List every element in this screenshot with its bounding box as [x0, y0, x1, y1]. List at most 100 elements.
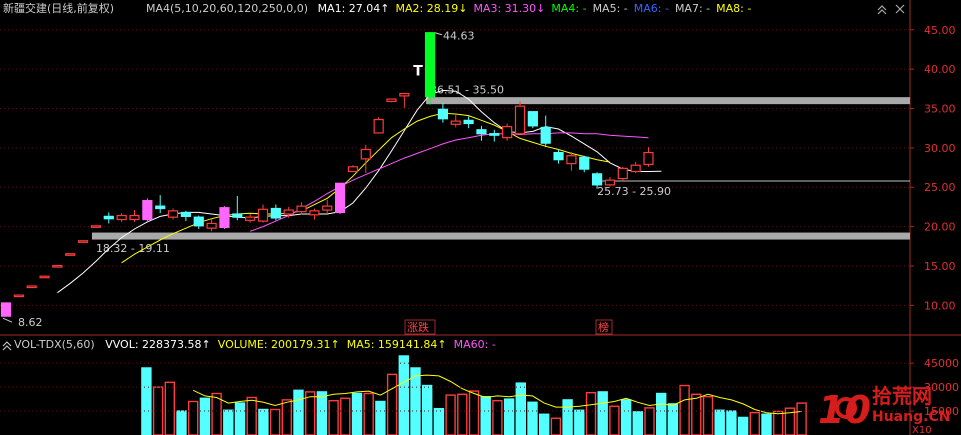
- candle-body: [180, 211, 191, 217]
- candle-body: [322, 205, 333, 211]
- tag-bang[interactable]: 榜: [595, 319, 613, 335]
- volume-bar: [281, 399, 292, 435]
- candle-body: [270, 207, 281, 219]
- candle-body: [591, 173, 603, 186]
- candle-body: [13, 294, 24, 298]
- axis-tick-label: 25.00: [924, 181, 956, 194]
- tag-zhangdie[interactable]: 涨跌: [404, 319, 436, 335]
- candle-body: [245, 216, 256, 221]
- candle: [424, 32, 436, 105]
- axis-tick-label: 10.00: [924, 299, 956, 312]
- volume-unit-label: X10: [912, 425, 932, 435]
- ma-legend-item: MA1: 27.04↑: [318, 2, 390, 15]
- candle-body: [39, 275, 50, 279]
- volume-bar: [597, 391, 608, 435]
- axis-tick-label: 30.00: [924, 142, 956, 155]
- volume-bar: [445, 394, 456, 435]
- volume-legend-item: MA5: 159141.84↑: [347, 338, 447, 351]
- candle-body: [604, 179, 616, 186]
- volume-bar: [223, 409, 234, 435]
- candle-body: [193, 216, 204, 227]
- volume-bar: [468, 390, 480, 435]
- candle-body: [219, 207, 230, 228]
- ma-legend-item: MA6: -: [634, 2, 669, 15]
- candle-body: [489, 133, 500, 136]
- candle: [52, 264, 63, 268]
- volume-bar: [340, 397, 351, 435]
- volume-bar: [585, 392, 597, 435]
- stock-title[interactable]: 新疆交建(日线,前复权): [3, 1, 114, 15]
- candle-body: [167, 210, 179, 218]
- ma-legend-item: MA2: 28.19↓: [396, 2, 468, 15]
- volume-legend-item: VVOL: 228373.58↑: [105, 338, 211, 351]
- candle: [77, 240, 89, 243]
- candle: [39, 275, 50, 279]
- candle-body: [463, 119, 474, 125]
- candle-body: [424, 32, 436, 98]
- volume-bar: [644, 407, 655, 435]
- volume-bar: [492, 399, 503, 435]
- volume-bar: [293, 389, 304, 435]
- candle: [0, 302, 12, 317]
- volume-bar: [503, 398, 515, 435]
- volume-bar: [433, 407, 445, 435]
- candle: [502, 123, 513, 141]
- candle: [617, 166, 628, 181]
- candle-body: [373, 118, 384, 134]
- volume-bar: [375, 400, 386, 435]
- volume-bar: [269, 408, 281, 435]
- axis-tick-label: 35.00: [924, 103, 956, 116]
- volume-bar: [305, 391, 316, 435]
- volume-bar: [176, 410, 187, 435]
- volume-bar: [702, 395, 714, 435]
- volume-bar: [749, 411, 760, 435]
- candle-body: [52, 264, 63, 268]
- candle-body: [90, 225, 102, 228]
- volume-bar: [550, 417, 562, 435]
- candle-body: [566, 155, 577, 165]
- support-band: [91, 232, 910, 240]
- svg-text:涨跌: 涨跌: [407, 320, 429, 334]
- candle-body: [386, 98, 397, 103]
- ma-params: MA4(5,10,20,60,120,250,0,0): [146, 2, 308, 15]
- candle: [527, 111, 538, 129]
- axis-tick-label: 45.00: [924, 24, 956, 37]
- volume-bar: [422, 384, 433, 435]
- candle-body: [283, 209, 294, 215]
- volume-bar: [328, 399, 339, 435]
- candle-body: [257, 208, 269, 222]
- volume-bar: [234, 402, 246, 435]
- candle-body: [502, 126, 513, 139]
- ma-legend: MA4(5,10,20,60,120,250,0,0) MA1: 27.04↑ M…: [146, 2, 751, 15]
- volume-bar: [246, 396, 257, 435]
- watermark-cn: 拾荒网: [872, 384, 932, 408]
- volume-bar: [691, 393, 702, 435]
- volume-bar: [620, 399, 632, 435]
- volume-bar: [480, 395, 491, 435]
- watermark-number: 10: [818, 388, 871, 432]
- candle-body: [309, 210, 320, 216]
- volume-bar: [386, 373, 398, 435]
- candle-body: [617, 167, 628, 180]
- support-label: 18.32 - 19.11: [96, 242, 170, 255]
- candle-body: [630, 164, 641, 173]
- volume-bar: [316, 391, 328, 435]
- candle: [514, 101, 526, 135]
- ma-legend-item: MA4: -: [551, 2, 586, 15]
- volume-bar: [796, 402, 807, 435]
- candle: [219, 206, 230, 229]
- candle-body: [103, 215, 114, 220]
- axis-tick-label: 40.00: [924, 63, 956, 76]
- volume-bar: [527, 401, 538, 435]
- candle: [373, 117, 384, 134]
- volume-legend-item: VOLUME: 200179.31↑: [218, 338, 340, 351]
- candle: [386, 98, 397, 103]
- candle: [26, 285, 37, 289]
- candle: [90, 225, 102, 228]
- axis-tick-label: 20.00: [924, 221, 956, 234]
- low-label: 8.62: [18, 316, 43, 329]
- volume-bar: [258, 408, 269, 435]
- candle-body: [206, 222, 217, 229]
- volume-legend: VOL-TDX(5,60) VVOL: 228373.58↑ VOLUME: 20…: [14, 338, 496, 351]
- candle-body: [476, 129, 487, 135]
